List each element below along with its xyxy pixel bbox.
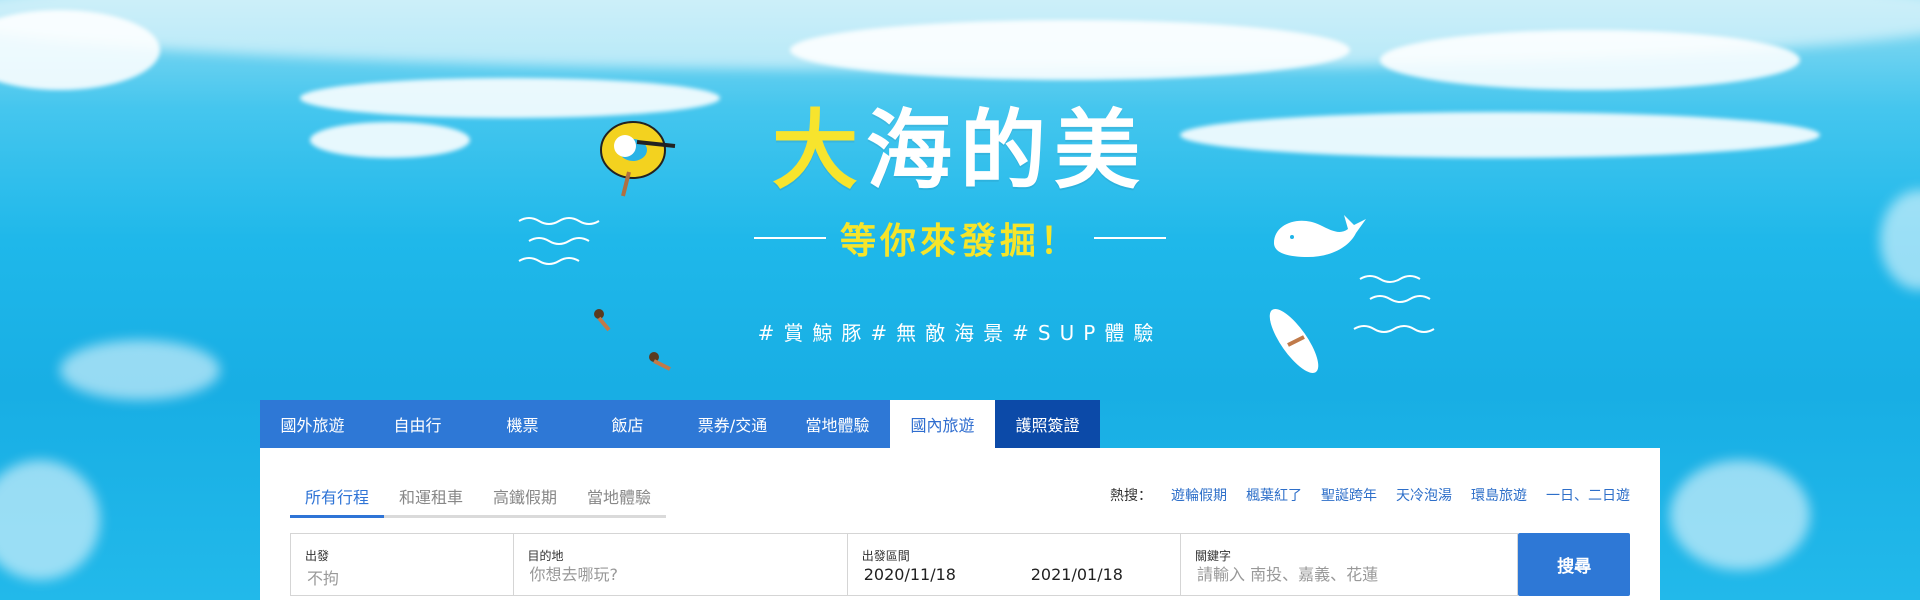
hot-search-link[interactable]: 遊輪假期: [1171, 485, 1227, 505]
tab-passport-visa[interactable]: 護照簽證: [995, 400, 1100, 448]
banner-title: 大海的美: [720, 108, 1200, 194]
hot-search-label: 熱搜：: [1110, 488, 1152, 504]
date-from-value[interactable]: 2020/11/18: [864, 565, 956, 584]
hot-search-link[interactable]: 環島旅遊: [1471, 485, 1527, 505]
hot-search-link[interactable]: 聖誕跨年: [1321, 485, 1377, 505]
swim-ring-icon: [600, 121, 676, 197]
banner-subtitle: 等你來發掘！: [720, 212, 1200, 264]
hot-search-link[interactable]: 楓葉紅了: [1246, 485, 1302, 505]
sub-tabs: 所有行程 和運租車 高鐵假期 當地體驗: [290, 484, 666, 518]
search-button[interactable]: 搜尋: [1518, 533, 1631, 596]
keyword-field[interactable]: 關鍵字: [1180, 533, 1519, 596]
banner-headline: 大海的美 等你來發掘！: [720, 108, 1200, 264]
wave-lines-icon: [1353, 275, 1435, 333]
tab-domestic-travel[interactable]: 國內旅遊: [890, 400, 995, 448]
keyword-input[interactable]: [1195, 564, 1459, 585]
banner-subtitle-text: 等你來發掘！: [839, 220, 1080, 262]
divider: [1094, 237, 1166, 239]
sea-foam: [1670, 460, 1810, 570]
depart-value: 不拘: [307, 569, 340, 588]
swimmer-icon: [649, 352, 671, 371]
date-to-value[interactable]: 2021/01/18: [1031, 565, 1123, 584]
sea-foam: [0, 460, 100, 580]
divider: [753, 237, 826, 239]
destination-input[interactable]: [527, 564, 792, 585]
tab-hotels[interactable]: 飯店: [575, 400, 680, 448]
hero-banner: 大海的美 等你來發掘！ #賞鯨豚#無敵海景#SUP體驗 國外旅遊 自由行 機票 …: [0, 0, 1920, 600]
subtab-hsr-holiday[interactable]: 高鐵假期: [478, 484, 572, 515]
banner-title-rest: 海的美: [866, 100, 1148, 201]
hot-search-link[interactable]: 一日、二日遊: [1546, 485, 1630, 505]
search-panel: 所有行程 和運租車 高鐵假期 當地體驗 熱搜： 遊輪假期 楓葉紅了 聖誕跨年 天…: [260, 448, 1660, 600]
surfboard-icon: [1269, 308, 1319, 374]
keyword-label: 關鍵字: [1195, 549, 1232, 563]
whale-icon: [1274, 215, 1366, 257]
hot-search: 熱搜： 遊輪假期 楓葉紅了 聖誕跨年 天冷泡湯 環島旅遊 一日、二日遊: [1110, 485, 1630, 505]
sea-foam: [1880, 190, 1920, 290]
swimmer-icon: [594, 309, 611, 332]
search-form: 出發 不拘 目的地 出發區間 2020/11/18 2021/01/18 關鍵字…: [290, 533, 1631, 596]
tab-local-experience[interactable]: 當地體驗: [785, 400, 890, 448]
tab-free-travel[interactable]: 自由行: [365, 400, 470, 448]
destination-label: 目的地: [527, 549, 564, 563]
sea-foam: [1180, 112, 1820, 158]
depart-field[interactable]: 出發 不拘: [290, 533, 513, 596]
tab-tickets-transport[interactable]: 票券/交通: [680, 400, 785, 448]
sea-foam: [1380, 30, 1800, 90]
product-tabs: 國外旅遊 自由行 機票 飯店 票券/交通 當地體驗 國內旅遊 護照簽證: [260, 400, 1100, 448]
banner-title-highlight: 大: [772, 100, 866, 201]
sea-foam: [790, 20, 1350, 80]
wave-lines-icon: [518, 217, 600, 265]
tab-overseas-travel[interactable]: 國外旅遊: [260, 400, 365, 448]
sea-foam: [60, 340, 220, 400]
sea-foam: [310, 122, 470, 158]
subtab-all-trips[interactable]: 所有行程: [290, 484, 384, 518]
hot-search-link[interactable]: 天冷泡湯: [1396, 485, 1452, 505]
subtab-car-rental[interactable]: 和運租車: [384, 484, 478, 515]
date-range-label: 出發區間: [861, 549, 910, 563]
banner-hashtags: #賞鯨豚#無敵海景#SUP體驗: [757, 321, 1163, 345]
destination-field[interactable]: 目的地: [512, 533, 847, 596]
subtab-local-experience[interactable]: 當地體驗: [572, 484, 666, 515]
depart-label: 出發: [305, 549, 330, 563]
date-range-field[interactable]: 出發區間 2020/11/18 2021/01/18: [846, 533, 1180, 596]
tab-flights[interactable]: 機票: [470, 400, 575, 448]
